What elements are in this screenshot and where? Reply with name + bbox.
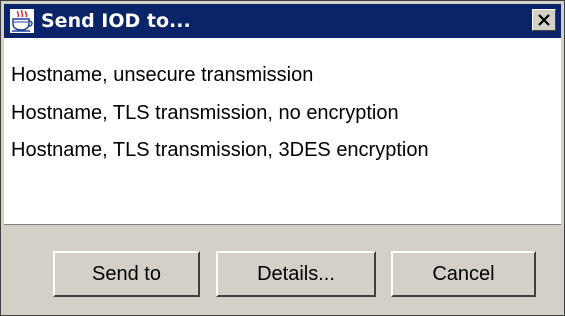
java-coffee-cup-icon (10, 9, 34, 33)
list-item[interactable]: Hostname, TLS transmission, no encryptio… (11, 98, 399, 128)
send-iod-dialog: Send IOD to... Hostname, unsecure transm… (0, 0, 565, 316)
close-button[interactable] (532, 9, 556, 31)
send-to-button[interactable]: Send to (53, 251, 200, 297)
cancel-button[interactable]: Cancel (391, 251, 536, 297)
list-item[interactable]: Hostname, unsecure transmission (11, 60, 313, 90)
close-x-icon (538, 14, 550, 26)
list-item[interactable]: Hostname, TLS transmission, 3DES encrypt… (11, 135, 429, 165)
details-button[interactable]: Details... (216, 251, 376, 297)
title-bar[interactable]: Send IOD to... (4, 4, 561, 38)
window-title: Send IOD to... (41, 10, 191, 32)
destination-list[interactable]: Hostname, unsecure transmission Hostname… (4, 38, 561, 225)
